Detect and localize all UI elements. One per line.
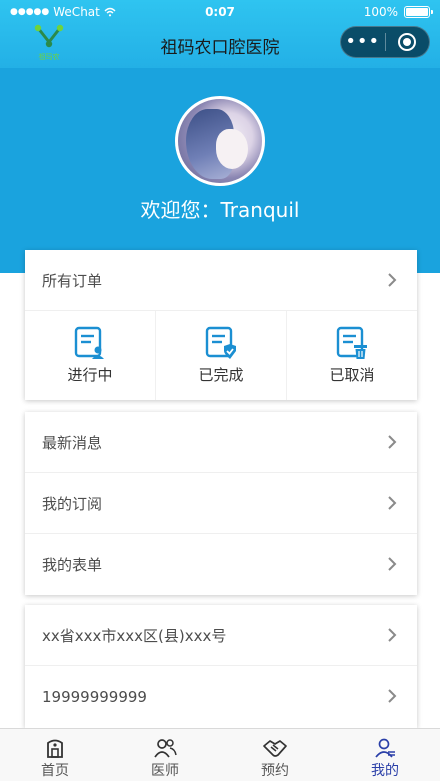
all-orders-row[interactable]: 所有订单	[25, 250, 417, 311]
all-orders-label: 所有订单	[42, 271, 103, 290]
capsule-close-button[interactable]	[386, 33, 430, 51]
menu-item-label: 我的订阅	[42, 494, 103, 513]
order-status-in-progress[interactable]: 进行中	[25, 311, 156, 400]
address-text: xx省xxx市xxx区(县)xxx号	[42, 626, 227, 645]
doctors-icon	[154, 739, 177, 758]
order-status-cancelled[interactable]: 已取消	[287, 311, 417, 400]
more-dots-icon[interactable]: •••	[341, 28, 385, 56]
tab-doctors[interactable]: 医师	[110, 729, 220, 781]
order-cancelled-icon	[336, 326, 367, 359]
orders-card: 所有订单 进行中 已完成 已取消	[25, 250, 417, 400]
order-status-grid: 进行中 已完成 已取消	[25, 311, 417, 400]
chevron-right-icon	[388, 273, 397, 287]
chevron-right-icon	[388, 628, 397, 642]
bottom-tab-bar: 首页 医师 预约 我的	[0, 728, 440, 781]
order-status-label: 进行中	[67, 366, 113, 384]
menu-item-label: 最新消息	[42, 433, 103, 452]
home-icon	[47, 739, 63, 758]
top-header: ●●●●● WeChat 0:07 100% 祖玛农 祖码农口腔医院 •••	[0, 0, 440, 68]
capsule-close-icon	[398, 33, 417, 51]
profile-banner: 欢迎您：Tranquil	[0, 68, 440, 273]
order-status-completed[interactable]: 已完成	[156, 311, 287, 400]
tab-label: 我的	[371, 763, 399, 779]
battery-icon	[404, 6, 433, 18]
chevron-right-icon	[388, 435, 397, 449]
tab-mine[interactable]: 我的	[330, 729, 440, 781]
menu-card: 最新消息 我的订阅 我的表单	[25, 412, 417, 595]
avatar-face	[216, 129, 248, 169]
chevron-right-icon	[388, 689, 397, 703]
profile-icon	[375, 738, 395, 758]
miniprogram-capsule: •••	[340, 26, 430, 58]
info-card: xx省xxx市xxx区(县)xxx号 19999999999	[25, 605, 417, 728]
tab-label: 医师	[151, 763, 179, 779]
battery-percent: 100%	[363, 5, 398, 19]
order-status-label: 已取消	[329, 366, 375, 384]
menu-item-subscriptions[interactable]: 我的订阅	[25, 473, 417, 534]
order-status-label: 已完成	[198, 366, 244, 384]
menu-item-forms[interactable]: 我的表单	[25, 534, 417, 595]
chevron-right-icon	[388, 557, 397, 571]
menu-item-label: 我的表单	[42, 556, 103, 574]
tab-home[interactable]: 首页	[0, 729, 110, 781]
address-row[interactable]: xx省xxx市xxx区(县)xxx号	[25, 605, 417, 666]
phone-text: 19999999999	[42, 687, 147, 706]
tab-label: 预约	[261, 763, 289, 779]
avatar[interactable]	[175, 96, 265, 186]
battery-status: 100%	[363, 5, 433, 19]
order-completed-icon	[205, 326, 236, 359]
chevron-right-icon	[388, 496, 397, 510]
status-bar: ●●●●● WeChat 0:07 100%	[0, 0, 440, 24]
tab-appointment[interactable]: 预约	[220, 729, 330, 781]
menu-item-latest-news[interactable]: 最新消息	[25, 412, 417, 473]
welcome-text: 欢迎您：Tranquil	[140, 198, 300, 222]
phone-row[interactable]: 19999999999	[25, 666, 417, 727]
tab-label: 首页	[41, 763, 69, 779]
handshake-icon	[263, 740, 287, 757]
order-in-progress-icon	[74, 326, 104, 359]
